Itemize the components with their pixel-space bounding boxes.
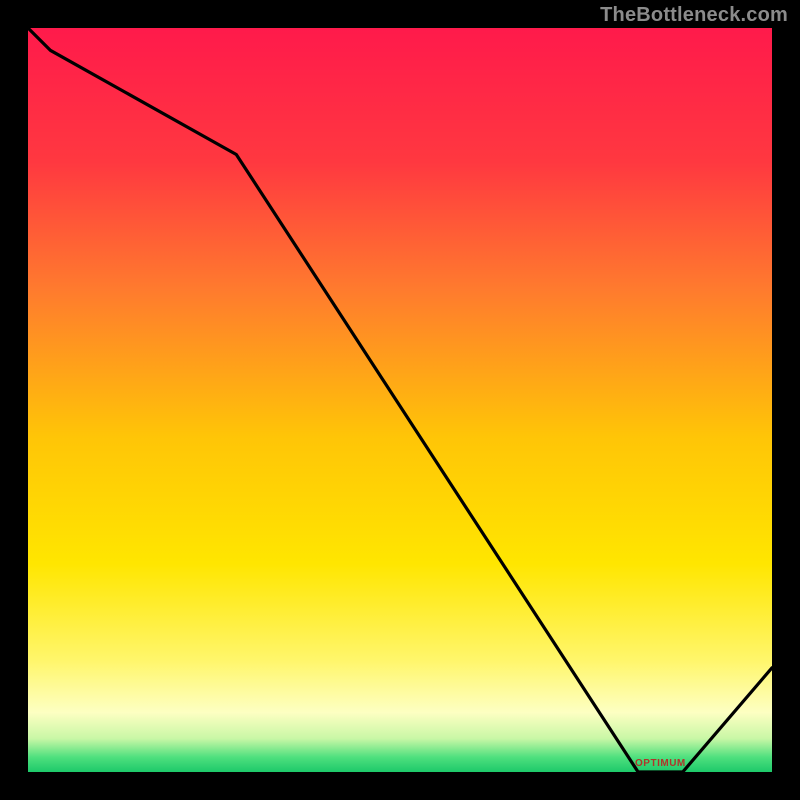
chart-stage: TheBottleneck.com OPTIMUM <box>0 0 800 800</box>
gradient-background <box>28 28 772 772</box>
attribution-text: TheBottleneck.com <box>600 4 788 27</box>
chart-svg <box>28 28 772 772</box>
optimal-range-label: OPTIMUM <box>635 758 686 769</box>
plot-area: OPTIMUM <box>28 28 772 772</box>
